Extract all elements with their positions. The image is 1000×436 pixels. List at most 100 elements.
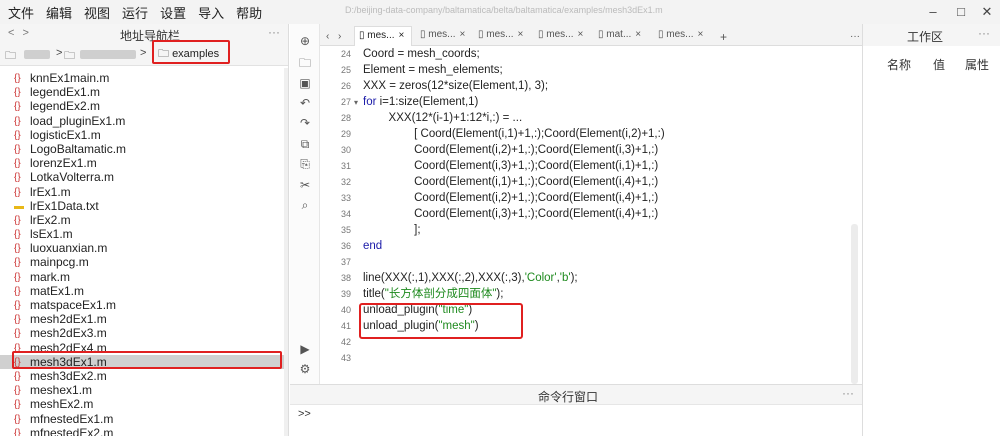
run-icon[interactable]: ▶ [298, 342, 312, 356]
column-header-value[interactable]: 值 [933, 56, 945, 73]
code-line[interactable]: Coord(Element(i,1)+1,:);Coord(Element(i,… [363, 174, 658, 190]
close-tab-icon[interactable]: × [460, 29, 466, 40]
close-window-button[interactable]: ✕ [976, 2, 998, 22]
command-more-button[interactable]: ··· [842, 386, 854, 400]
file-item[interactable]: {} logisticEx1.m [0, 128, 288, 142]
menu-view[interactable]: 视图 [84, 3, 110, 22]
file-item[interactable]: {} mfnestedEx1.m [0, 412, 288, 426]
code-line[interactable]: XXX = zeros(12*size(Element,1), 3); [363, 78, 548, 94]
add-tab-button[interactable]: + [720, 28, 727, 48]
menu-help[interactable]: 帮助 [236, 3, 262, 22]
paste-icon[interactable]: ⎘ [298, 157, 312, 171]
code-token: XXX = zeros(12*size(Element,1), 3); [363, 80, 549, 92]
file-item[interactable]: {} LogoBaltamatic.m [0, 141, 288, 156]
panel-more-button[interactable]: ··· [268, 25, 280, 39]
close-tab-icon[interactable]: × [399, 30, 405, 41]
code-line[interactable]: Coord = mesh_coords; [363, 46, 480, 62]
file-item[interactable]: {} luoxuanxian.m [0, 241, 288, 255]
editor-tab[interactable]: ▯ mes... × [416, 26, 474, 46]
file-item[interactable]: {} mesh2dEx1.m [0, 312, 288, 326]
tabs-more-button[interactable]: ··· [850, 28, 860, 48]
copy-icon[interactable]: ⧉ [298, 137, 312, 151]
code-line[interactable]: Element = mesh_elements; [363, 62, 503, 78]
m-file-icon: {} [14, 385, 21, 397]
minimize-button[interactable]: – [922, 2, 944, 22]
file-item[interactable]: {} mesh3dEx2.m [0, 369, 288, 383]
file-item[interactable]: {} mfnestedEx2.m [0, 426, 288, 436]
search-icon[interactable]: ⌕ [298, 198, 312, 212]
code-line[interactable]: ]; [363, 222, 420, 238]
open-folder-icon[interactable]: 🗀 [298, 56, 312, 70]
file-item[interactable]: ▬ lrEx1Data.txt [0, 199, 288, 213]
redo-icon[interactable]: ↷ [298, 116, 312, 130]
editor-scrollbar[interactable] [851, 224, 858, 384]
editor-tab[interactable]: ▯ mes... × [474, 26, 532, 46]
code-line[interactable]: Coord(Element(i,2)+1,:);Coord(Element(i,… [363, 190, 658, 206]
code-line[interactable]: Coord(Element(i,3)+1,:);Coord(Element(i,… [363, 158, 658, 174]
file-item[interactable]: {} lrEx2.m [0, 213, 288, 227]
column-header-name[interactable]: 名称 [887, 56, 911, 73]
file-item[interactable]: {} lorenzEx1.m [0, 156, 288, 170]
menu-run[interactable]: 运行 [122, 3, 148, 22]
code-editor[interactable]: 24 Coord = mesh_coords; 25 Element = mesh_e… [320, 46, 862, 384]
file-item[interactable]: {} lsEx1.m [0, 227, 288, 241]
new-file-icon[interactable]: ⊕ [298, 34, 312, 48]
m-file-icon: {} [14, 399, 21, 411]
file-name: matspaceEx1.m [30, 298, 117, 312]
fold-toggle-icon[interactable]: ▾ [354, 98, 358, 107]
debug-icon[interactable]: ⚙ [298, 362, 312, 376]
file-item[interactable]: {} load_pluginEx1.m [0, 114, 288, 128]
menu-edit[interactable]: 编辑 [46, 3, 72, 22]
m-file-icon: {} [14, 271, 21, 283]
file-item[interactable]: {} mark.m [0, 270, 288, 284]
file-item[interactable]: {} meshEx2.m [0, 397, 288, 411]
close-tab-icon[interactable]: × [578, 29, 584, 40]
file-item[interactable]: {} meshex1.m [0, 383, 288, 397]
editor-tab[interactable]: ▯ mes... × [534, 26, 592, 46]
folder-icon[interactable]: 🗀 [5, 47, 16, 66]
tab-prev-button[interactable]: ‹ [326, 28, 329, 48]
code-line[interactable]: end [363, 238, 382, 254]
close-tab-icon[interactable]: × [518, 29, 524, 40]
redacted-crumb[interactable] [80, 50, 136, 59]
line-number: 32 [340, 177, 351, 187]
menu-import[interactable]: 导入 [198, 3, 224, 22]
forward-button[interactable]: > [22, 27, 36, 39]
code-line[interactable]: XXX(12*(i-1)+1:12*i,:) = ... [363, 110, 523, 126]
close-tab-icon[interactable]: × [635, 29, 641, 40]
file-item[interactable]: {} legendEx1.m [0, 85, 288, 99]
code-line[interactable]: [ Coord(Element(i,1)+1,:);Coord(Element(… [363, 126, 665, 142]
back-button[interactable]: < [8, 27, 22, 39]
redacted-crumb[interactable] [24, 50, 50, 59]
close-tab-icon[interactable]: × [698, 29, 704, 40]
workspace-more-button[interactable]: ··· [978, 26, 990, 40]
code-line[interactable]: Coord(Element(i,2)+1,:);Coord(Element(i,… [363, 142, 658, 158]
editor-tab[interactable]: ▯ mes... × [354, 26, 412, 46]
code-line[interactable]: title("长方体剖分成四面体"); [363, 286, 503, 302]
editor-tab[interactable]: ▯ mes... × [654, 26, 712, 46]
menu-settings[interactable]: 设置 [160, 3, 186, 22]
maximize-button[interactable]: □ [950, 2, 972, 22]
file-item[interactable]: {} matspaceEx1.m [0, 298, 288, 312]
file-item[interactable]: {} mesh2dEx3.m [0, 326, 288, 340]
file-name: LogoBaltamatic.m [30, 141, 127, 156]
crumb-current-highlight[interactable]: 🗀 examples [152, 40, 230, 64]
file-item[interactable]: {} mainpcg.m [0, 255, 288, 269]
file-item[interactable]: {} LotkaVolterra.m [0, 170, 288, 184]
file-item[interactable]: {} lrEx1.m [0, 185, 288, 199]
code-line[interactable]: Coord(Element(i,3)+1,:);Coord(Element(i,… [363, 206, 658, 222]
cut-icon[interactable]: ✂ [298, 178, 312, 192]
file-item[interactable]: {} knnEx1main.m [0, 71, 288, 85]
file-item[interactable]: {} matEx1.m [0, 284, 288, 298]
column-header-attr[interactable]: 属性 [965, 56, 989, 73]
tab-next-button[interactable]: › [338, 28, 341, 48]
menu-file[interactable]: 文件 [8, 3, 34, 22]
editor-tab[interactable]: ▯ mat... × [594, 26, 652, 46]
save-icon[interactable]: ▣ [298, 76, 312, 90]
undo-icon[interactable]: ↶ [298, 96, 312, 110]
file-item[interactable]: {} legendEx2.m [0, 99, 288, 113]
scrollbar[interactable] [284, 68, 288, 436]
command-prompt[interactable]: >> [298, 408, 311, 420]
code-line[interactable]: line(XXX(:,1),XXX(:,2),XXX(:,3),'Color',… [363, 270, 578, 286]
code-line[interactable]: for i=1:size(Element,1) [363, 94, 478, 110]
